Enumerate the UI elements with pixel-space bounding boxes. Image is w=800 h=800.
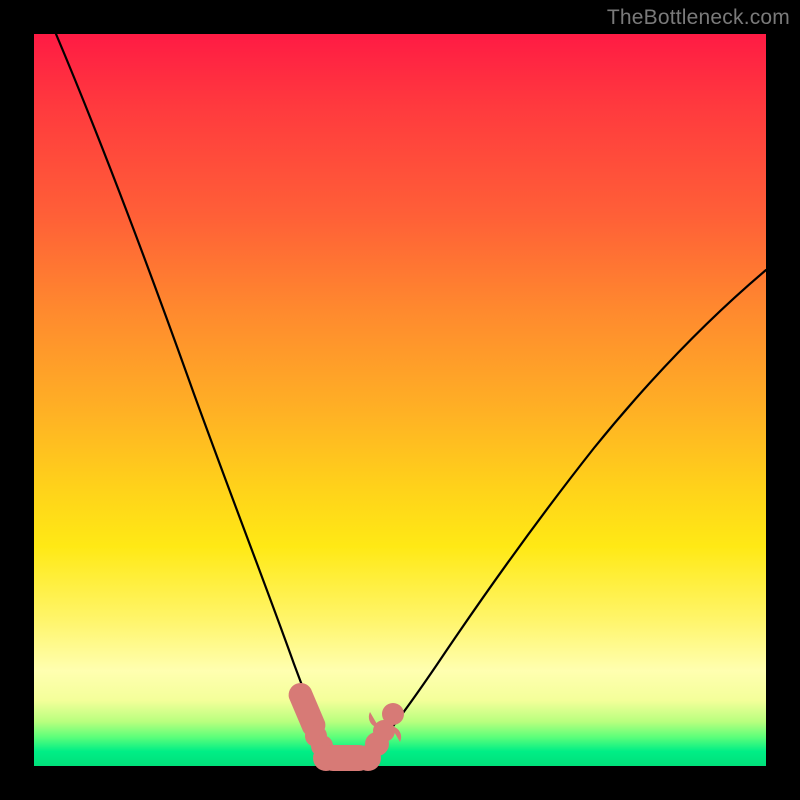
curve-left <box>56 34 330 752</box>
marker-trough-left-cap <box>313 745 339 771</box>
chart-frame: TheBottleneck.com <box>0 0 800 800</box>
bottleneck-curve-svg <box>34 34 766 766</box>
curve-right <box>370 270 766 753</box>
marker-dot-right-2b <box>382 703 404 725</box>
watermark-text: TheBottleneck.com <box>607 6 790 30</box>
plot-area <box>34 34 766 766</box>
